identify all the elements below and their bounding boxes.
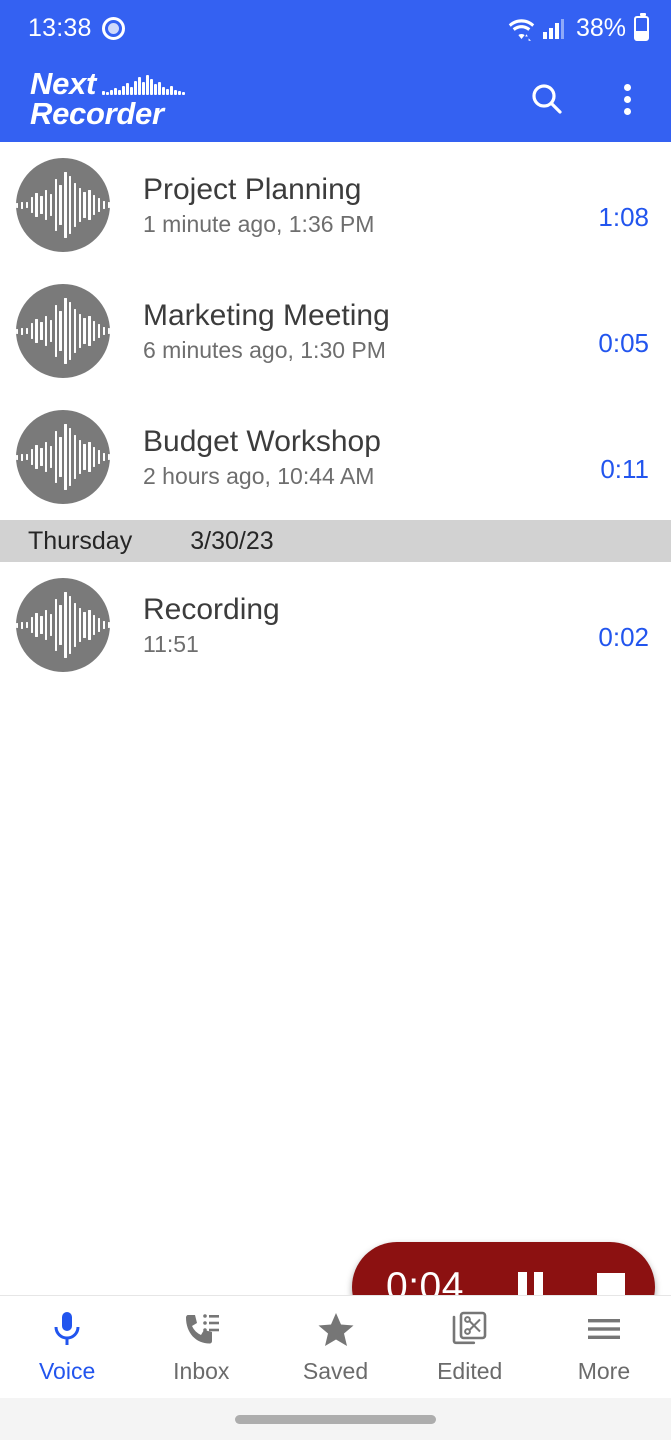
home-indicator-area xyxy=(0,1398,671,1440)
star-icon xyxy=(317,1309,355,1349)
waveform-avatar-icon xyxy=(16,158,110,252)
home-indicator-bar[interactable] xyxy=(235,1414,436,1424)
overflow-menu-icon xyxy=(623,83,631,115)
nav-item-edited[interactable]: Edited xyxy=(403,1309,537,1385)
recording-subtitle: 2 hours ago, 10:44 AM xyxy=(143,462,375,489)
wifi-icon xyxy=(508,18,535,41)
search-button[interactable] xyxy=(525,77,569,121)
battery-fill xyxy=(636,30,647,39)
nav-item-saved[interactable]: Saved xyxy=(268,1309,402,1385)
status-bar-right: 38% xyxy=(508,12,649,43)
recording-row[interactable]: Project Planning 1 minute ago, 1:36 PM 1… xyxy=(0,142,671,268)
waveform-avatar-icon xyxy=(16,284,110,378)
battery-icon xyxy=(634,12,649,41)
nav-label: Voice xyxy=(38,1358,96,1384)
stop-button[interactable] xyxy=(597,1273,625,1295)
overflow-menu-button[interactable] xyxy=(605,77,649,121)
recording-title: Recording xyxy=(143,593,280,627)
phone-list-icon xyxy=(182,1309,220,1349)
recording-duration: 0:11 xyxy=(600,453,649,484)
microphone-icon xyxy=(50,1309,84,1349)
status-bar: 13:38 38% xyxy=(0,0,671,56)
recording-row[interactable]: Recording 11:51 0:02 xyxy=(0,562,671,688)
nav-item-inbox[interactable]: Inbox xyxy=(134,1309,268,1385)
nav-label: Inbox xyxy=(173,1358,230,1384)
recording-duration: 1:08 xyxy=(598,201,649,232)
nav-item-more[interactable]: More xyxy=(537,1309,671,1385)
recording-row[interactable]: Marketing Meeting 6 minutes ago, 1:30 PM… xyxy=(0,268,671,394)
app-screen: 13:38 38% Next Recorder Project Planning… xyxy=(0,0,671,1440)
scissors-doc-icon xyxy=(451,1309,489,1349)
recording-title: Project Planning xyxy=(143,173,362,207)
nav-label: Saved xyxy=(302,1358,369,1384)
waveform-avatar-icon xyxy=(16,410,110,504)
bottom-navigation: Voice Inbox Saved Edited More xyxy=(0,1295,671,1398)
app-title-recorder: Recorder xyxy=(30,96,164,131)
recording-subtitle: 11:51 xyxy=(143,630,199,657)
search-icon xyxy=(532,84,562,114)
status-clock: 13:38 xyxy=(28,13,92,42)
recording-text: Project Planning 1 minute ago, 1:36 PM xyxy=(110,173,586,237)
recording-row[interactable]: Budget Workshop 2 hours ago, 10:44 AM 0:… xyxy=(0,394,671,520)
hamburger-icon xyxy=(585,1309,623,1349)
date-divider-weekday: Thursday xyxy=(28,526,133,555)
app-bar: Next Recorder xyxy=(0,56,671,142)
nav-label: Edited xyxy=(437,1358,503,1384)
nav-label: More xyxy=(577,1358,631,1384)
app-title-next: Next xyxy=(30,65,96,101)
waveform-avatar-icon xyxy=(16,578,110,672)
recording-title: Budget Workshop xyxy=(143,425,381,459)
date-divider-date: 3/30/23 xyxy=(190,526,274,555)
app-brand: Next Recorder xyxy=(30,65,185,131)
date-divider: Thursday 3/30/23 xyxy=(0,520,671,562)
recording-duration: 0:02 xyxy=(598,621,649,652)
nav-item-voice[interactable]: Voice xyxy=(0,1309,134,1385)
recording-title: Marketing Meeting xyxy=(143,299,390,333)
pause-button[interactable] xyxy=(517,1272,543,1295)
recording-duration: 0:05 xyxy=(598,327,649,358)
recording-text: Budget Workshop 2 hours ago, 10:44 AM xyxy=(110,425,588,489)
app-brand-line1: Next xyxy=(30,65,185,101)
app-bar-actions xyxy=(525,77,649,121)
battery-percent-label: 38% xyxy=(575,13,626,42)
recording-circle-icon xyxy=(101,16,125,40)
recording-control-pill[interactable]: 0:04 xyxy=(352,1242,655,1295)
recording-elapsed-time: 0:04 xyxy=(386,1265,464,1295)
recording-subtitle: 1 minute ago, 1:36 PM xyxy=(143,210,375,237)
recording-text: Recording 11:51 xyxy=(110,593,586,657)
recordings-list[interactable]: Project Planning 1 minute ago, 1:36 PM 1… xyxy=(0,142,671,1295)
recording-text: Marketing Meeting 6 minutes ago, 1:30 PM xyxy=(110,299,586,363)
cellular-signal-icon xyxy=(542,18,564,39)
recording-subtitle: 6 minutes ago, 1:30 PM xyxy=(143,336,386,363)
status-bar-left: 13:38 xyxy=(28,14,125,43)
